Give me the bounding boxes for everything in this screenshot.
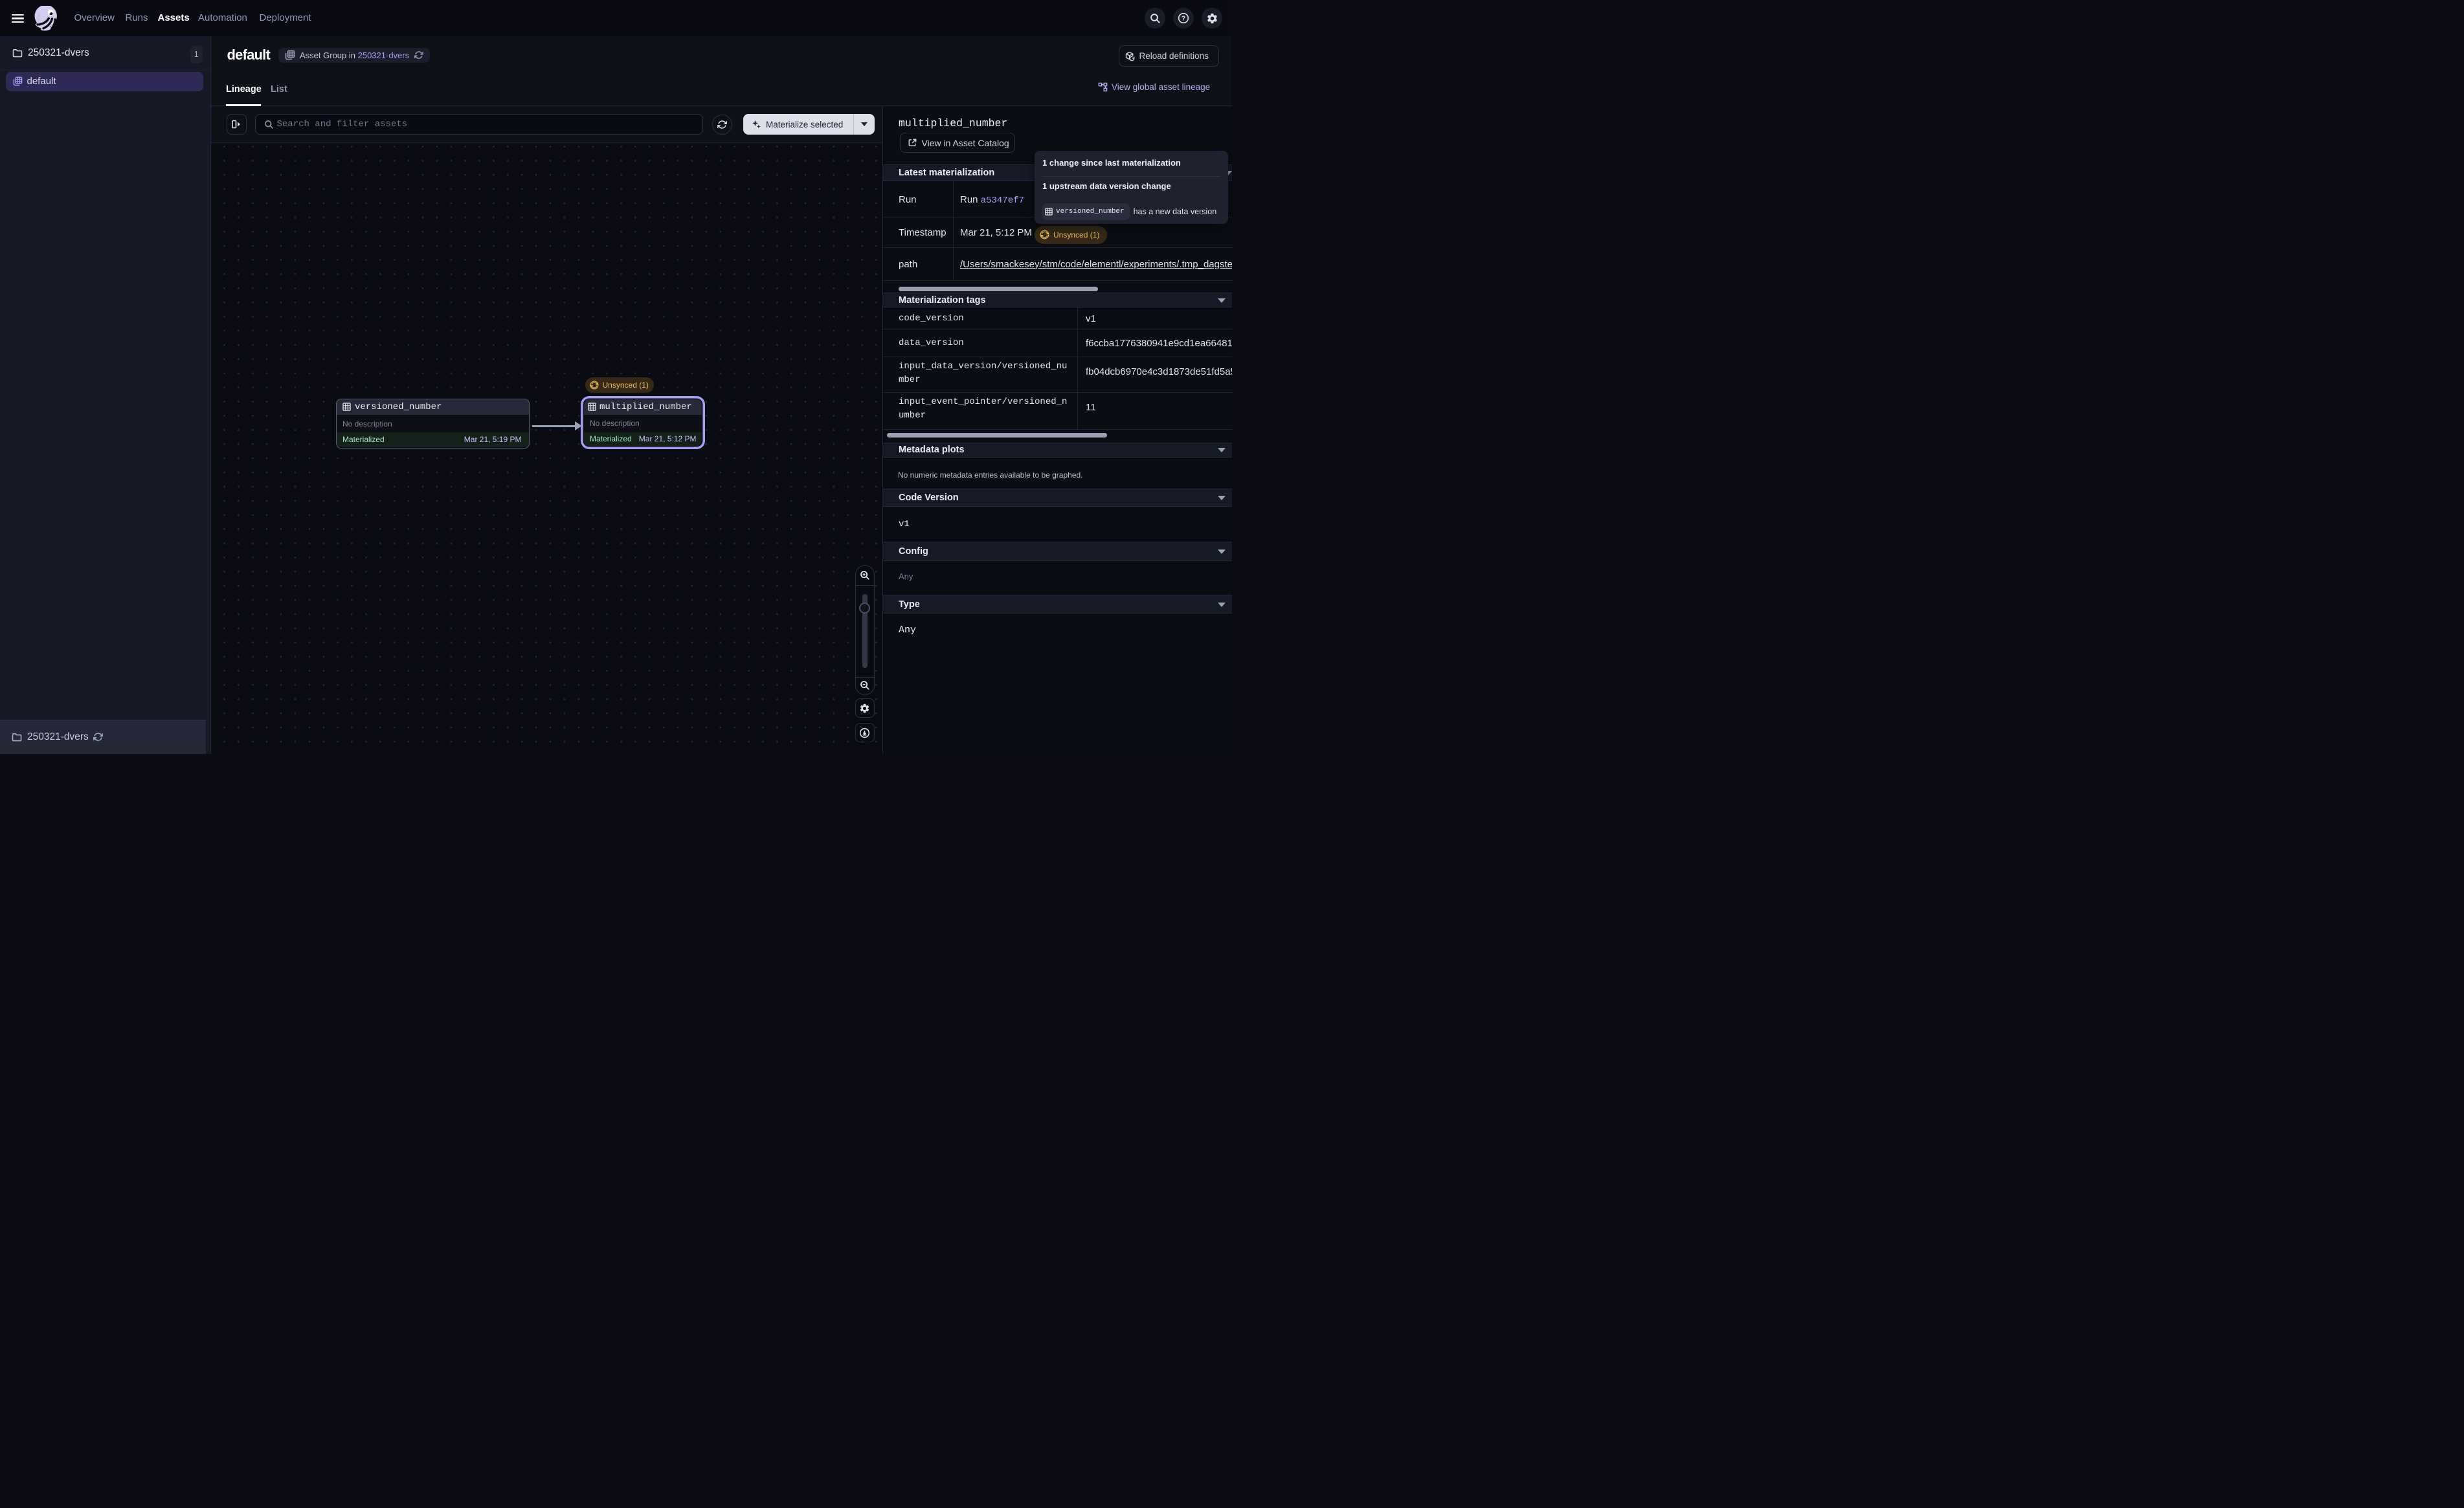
- svg-text:?: ?: [1182, 15, 1185, 23]
